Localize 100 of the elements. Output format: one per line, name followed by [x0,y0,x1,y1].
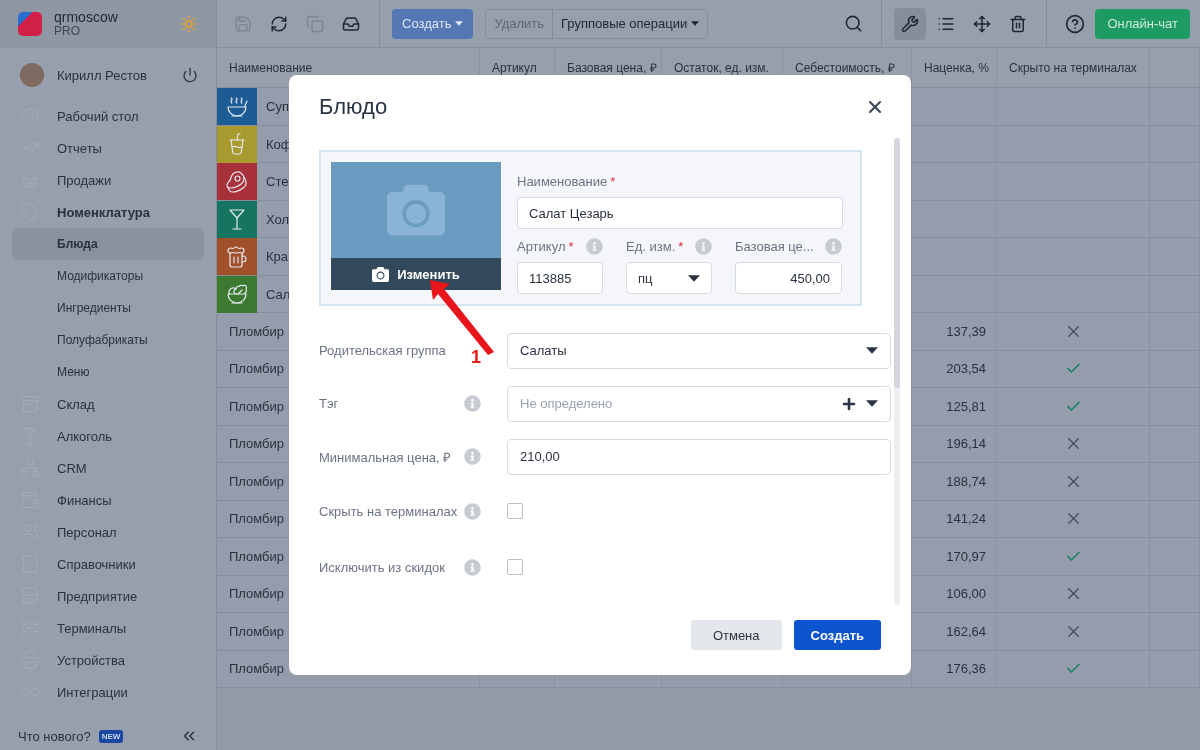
field-label: Минимальная цена, ₽ [319,448,453,466]
online-chat-button[interactable]: Онлайн-чат [1095,8,1190,39]
table-cell: Пломбир [229,661,285,677]
cancel-button[interactable]: Отмена [690,620,782,650]
column-header: Базовая цена, ₽ [567,60,657,76]
input-field[interactable]: Салат Цезарь [517,197,843,229]
caret-icon [688,274,700,282]
nav-item[interactable]: Склад [0,388,204,420]
table-cell: 162,64 [946,623,986,639]
field-label: Ед. изм. * [626,238,684,254]
table-cell: Пломбир [229,361,285,377]
nav-item[interactable]: Номенклатура [0,196,204,228]
checkbox[interactable] [507,559,523,575]
table-cell: 106,00 [946,586,986,602]
table-cell: Пломбир [229,623,285,639]
field-label: Наименование * [517,173,616,189]
parent-group-select[interactable]: Салаты [507,332,891,369]
create-button[interactable]: Создать [392,8,474,39]
annotation-number: 1 [471,347,481,368]
caret-icon [866,347,878,354]
table-cell-text: Сте [265,174,289,189]
info-icon [464,502,481,520]
power-icon[interactable] [182,67,198,83]
table-cell-text: Суп [265,99,289,114]
table-cell: Пломбир [229,398,285,414]
caret-icon [691,21,700,26]
column-header: Скрыто на терминалах [1009,60,1137,75]
nav-item[interactable]: Интеграции [0,676,204,708]
field-label: Тэг [319,396,340,411]
table-cell: 176,36 [946,661,986,677]
dialog-title: Блюдо [319,93,388,120]
table-cell: Пломбир [229,586,285,602]
column-header: Остаток, ед. изм. [674,60,769,75]
unit-select[interactable]: пц [626,262,712,294]
nav-subitem[interactable]: Полуфабрикаты [12,324,204,356]
trash-icon [1009,14,1028,33]
move-icon [973,14,992,33]
nav-item[interactable]: Терминалы [0,612,204,644]
plus-icon[interactable] [842,396,856,411]
create-button[interactable]: Создать [793,620,881,650]
info-icon [464,448,481,465]
table-cell-text: Кра [265,249,289,264]
caret-icon [455,21,464,26]
caret-icon [866,400,878,407]
nav-item[interactable]: Отчеты [0,132,204,164]
table-cell: Пломбир [229,323,285,339]
table-cell: 170,97 [946,548,986,564]
table-cell: Пломбир [229,473,285,489]
nav-item[interactable]: Финансы [0,484,204,516]
nav-item[interactable]: Предприятие [0,580,204,612]
column-header: Наценка, % [924,60,989,75]
field-label: Артикул * [517,238,574,254]
info-icon [464,395,481,412]
scrollbar[interactable] [894,138,900,605]
change-photo-button[interactable]: Изменить [331,258,501,290]
whats-new-link[interactable]: Что нового? [18,728,91,744]
brand-plan: PRO [54,24,80,38]
input-field[interactable]: 113885 [517,262,603,294]
help-icon [1065,13,1086,34]
nav-subitem[interactable]: Меню [12,356,204,388]
input-field[interactable]: 210,00 [507,438,891,475]
field-label: Родительская группа [319,343,447,358]
table-cell-text: Сал [265,286,291,302]
tag-select[interactable]: Не определено [507,385,891,422]
field-label: Базовая це... [735,238,814,254]
table-cell: 141,24 [946,511,986,527]
table-cell: 125,81 [946,398,986,414]
logo-icon [18,12,42,36]
table-cell: Пломбир [229,548,285,564]
tools-button[interactable] [894,7,927,40]
nav-item[interactable]: Персонал [0,516,204,548]
info-icon [695,237,712,255]
field-label: Исключить из скидок [319,559,446,575]
info-icon [825,237,842,255]
nav-item[interactable]: Справочники [0,548,204,580]
nav-subitem[interactable]: Ингредиенты [12,292,204,324]
nav-subitem[interactable]: Блюда [12,228,204,260]
nav-item[interactable]: Устройства [0,644,204,676]
new-badge: NEW [98,729,124,743]
tray-icon [342,14,360,33]
column-header: Себестоимость, ₽ [795,60,895,76]
field-label: Скрыть на терминалах [319,503,459,519]
checkbox[interactable] [507,503,523,519]
column-header: Артикул [492,60,537,75]
column-header: Наименование [229,60,313,75]
table-cell: 196,14 [946,436,986,452]
table-cell: Пломбир [229,511,285,527]
refresh-icon [270,14,288,33]
user-name: Кирилл Рестов [57,67,148,83]
nav-item[interactable]: CRM [0,452,204,484]
input-field[interactable]: 450,00 [735,262,842,294]
nav-item[interactable]: Алкоголь [0,420,204,452]
table-cell: Пломбир [229,436,285,452]
tools-icon [901,14,920,33]
nav-subitem[interactable]: Модификаторы [12,260,204,292]
nav-item[interactable]: Продажи [0,164,204,196]
brand-name: qrmoscow [54,10,119,24]
table-cell-text: Хол [265,211,290,227]
table-cell: 137,39 [946,323,986,339]
nav-item[interactable]: Рабочий стол [0,100,204,132]
